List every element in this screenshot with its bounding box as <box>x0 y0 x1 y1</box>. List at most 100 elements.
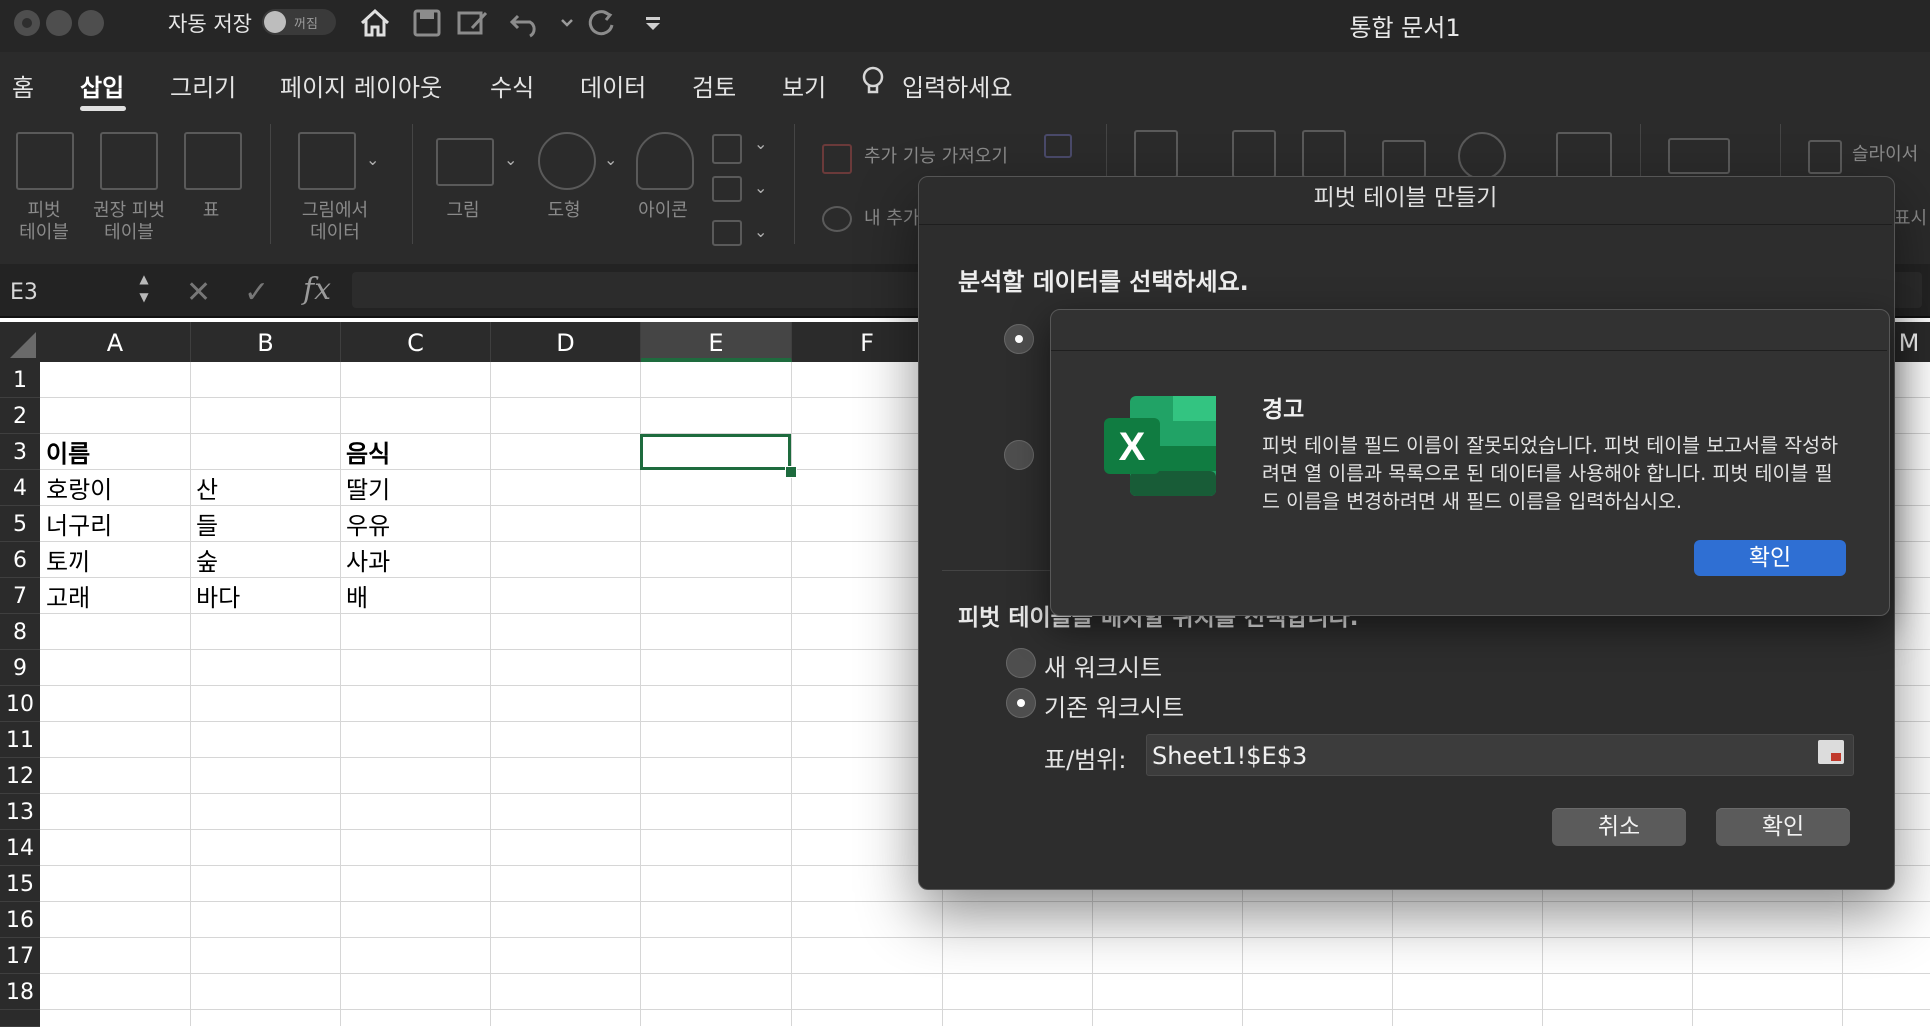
cancel-button[interactable]: 취소 <box>1552 808 1686 846</box>
new-worksheet-label[interactable]: 새 워크시트 <box>1044 648 1162 683</box>
icons-button[interactable]: 아이콘 <box>630 200 696 222</box>
autosave-toggle[interactable]: 꺼짐 <box>262 9 336 35</box>
cell-c3[interactable]: 음식 <box>340 436 390 470</box>
column-header-e[interactable]: E <box>641 322 792 362</box>
customize-toolbar-icon[interactable] <box>636 8 670 38</box>
tab-formulas[interactable]: 수식 <box>490 68 534 103</box>
column-header-d[interactable]: D <box>491 322 641 362</box>
cell-b5[interactable]: 들 <box>190 508 218 542</box>
row-header-7[interactable]: 7 <box>0 578 40 614</box>
redo-icon[interactable] <box>584 8 618 38</box>
tab-data[interactable]: 데이터 <box>580 68 646 103</box>
row-header-4[interactable]: 4 <box>0 470 40 506</box>
name-box-dropdown-icon[interactable]: ▲ ▼ <box>136 270 152 310</box>
row-header-15[interactable]: 15 <box>0 866 40 902</box>
hierarchy-chart-icon[interactable] <box>1302 130 1346 178</box>
chevron-down-icon[interactable]: ⌄ <box>366 150 379 169</box>
fill-handle[interactable] <box>785 466 797 478</box>
undo-dropdown-chevron-icon[interactable] <box>550 8 584 38</box>
cell-b6[interactable]: 숲 <box>190 544 218 578</box>
chevron-down-icon[interactable]: ⌄ <box>604 150 617 169</box>
tab-review[interactable]: 검토 <box>692 68 736 103</box>
tab-view[interactable]: 보기 <box>782 68 826 103</box>
close-window-button[interactable] <box>14 10 40 36</box>
row-header-16[interactable]: 16 <box>0 902 40 938</box>
shapes-button[interactable]: 도형 <box>534 200 594 222</box>
row-header-17[interactable]: 17 <box>0 938 40 974</box>
cell-c4[interactable]: 딸기 <box>340 472 390 506</box>
cell-c7[interactable]: 배 <box>340 580 368 614</box>
cell-a6[interactable]: 토끼 <box>40 544 90 578</box>
radio-select-table-range[interactable] <box>1004 324 1034 354</box>
3d-model-icon[interactable] <box>712 134 742 164</box>
tab-insert[interactable]: 삽입 <box>80 68 124 103</box>
edit-document-icon[interactable] <box>456 8 490 38</box>
map-chart-icon[interactable] <box>1458 132 1506 180</box>
select-all-corner[interactable] <box>0 322 40 362</box>
pivot-table-button[interactable]: 피벗 테이블 <box>4 200 84 244</box>
minimize-window-button[interactable] <box>46 10 72 36</box>
row-header-5[interactable]: 5 <box>0 506 40 542</box>
chevron-down-icon[interactable]: ⌄ <box>754 222 767 241</box>
row-header-6[interactable]: 6 <box>0 542 40 578</box>
row-header-9[interactable]: 9 <box>0 650 40 686</box>
tab-page-layout[interactable]: 페이지 레이아웃 <box>280 68 442 103</box>
row-header-12[interactable]: 12 <box>0 758 40 794</box>
smartart-icon[interactable] <box>712 176 742 202</box>
chevron-down-icon[interactable]: ⌄ <box>754 178 767 197</box>
tell-me-search[interactable]: 입력하세요 <box>902 68 1012 103</box>
my-addins-button[interactable]: 내 추가 <box>864 208 919 230</box>
alert-ok-button[interactable]: 확인 <box>1694 540 1846 576</box>
row-header-2[interactable]: 2 <box>0 398 40 434</box>
row-header-1[interactable]: 1 <box>0 362 40 398</box>
column-header-c[interactable]: C <box>341 322 491 362</box>
save-icon[interactable] <box>410 8 444 38</box>
row-header-8[interactable]: 8 <box>0 614 40 650</box>
get-addins-button[interactable]: 추가 기능 가져오기 <box>864 146 1008 168</box>
statistic-chart-icon[interactable] <box>1382 140 1426 178</box>
pivot-chart-icon[interactable] <box>1556 132 1612 180</box>
radio-new-worksheet[interactable] <box>1006 648 1036 678</box>
data-from-picture-button[interactable]: 그림에서 데이터 <box>290 200 380 244</box>
cell-b4[interactable]: 산 <box>190 472 218 506</box>
picture-button[interactable]: 그림 <box>436 200 490 222</box>
tab-draw[interactable]: 그리기 <box>170 68 236 103</box>
table-button[interactable]: 표 <box>186 200 236 222</box>
cell-a5[interactable]: 너구리 <box>40 508 112 542</box>
confirm-formula-icon[interactable]: ✓ <box>244 275 269 310</box>
chevron-down-icon[interactable]: ⌄ <box>754 134 767 153</box>
zoom-window-button[interactable] <box>78 10 104 36</box>
bar-chart-icon[interactable] <box>1232 130 1276 178</box>
column-header-b[interactable]: B <box>191 322 341 362</box>
tab-home[interactable]: 홈 <box>12 68 34 103</box>
cell-a7[interactable]: 고래 <box>40 580 90 614</box>
ok-button[interactable]: 확인 <box>1716 808 1850 846</box>
cell-a3[interactable]: 이름 <box>40 436 90 470</box>
row-header-10[interactable]: 10 <box>0 686 40 722</box>
active-cell-e3[interactable] <box>640 434 791 470</box>
cell-a4[interactable]: 호랑이 <box>40 472 112 506</box>
row-header-19[interactable] <box>0 1010 40 1027</box>
sparkline-icon[interactable] <box>1668 138 1730 174</box>
cell-c5[interactable]: 우유 <box>340 508 390 542</box>
recommended-charts-icon[interactable] <box>1134 130 1178 178</box>
chevron-down-icon[interactable]: ⌄ <box>504 150 517 169</box>
radio-existing-worksheet[interactable] <box>1006 688 1036 718</box>
cell-b7[interactable]: 바다 <box>190 580 240 614</box>
screenshot-icon[interactable] <box>712 220 742 246</box>
recommended-pivot-button[interactable]: 권장 피벗 테이블 <box>84 200 174 244</box>
visio-icon[interactable] <box>1044 134 1072 158</box>
undo-icon[interactable] <box>508 8 542 38</box>
home-icon[interactable] <box>358 8 392 38</box>
cancel-formula-icon[interactable]: ✕ <box>186 275 211 310</box>
collapse-dialog-icon[interactable] <box>1818 740 1844 764</box>
column-header-a[interactable]: A <box>40 322 191 362</box>
row-header-13[interactable]: 13 <box>0 794 40 830</box>
row-header-11[interactable]: 11 <box>0 722 40 758</box>
insert-function-icon[interactable]: fx <box>303 272 331 307</box>
row-header-14[interactable]: 14 <box>0 830 40 866</box>
row-header-18[interactable]: 18 <box>0 974 40 1010</box>
slicer-button[interactable]: 슬라이서 <box>1852 144 1918 166</box>
row-header-3[interactable]: 3 <box>0 434 40 470</box>
radio-external-source[interactable] <box>1004 440 1034 470</box>
